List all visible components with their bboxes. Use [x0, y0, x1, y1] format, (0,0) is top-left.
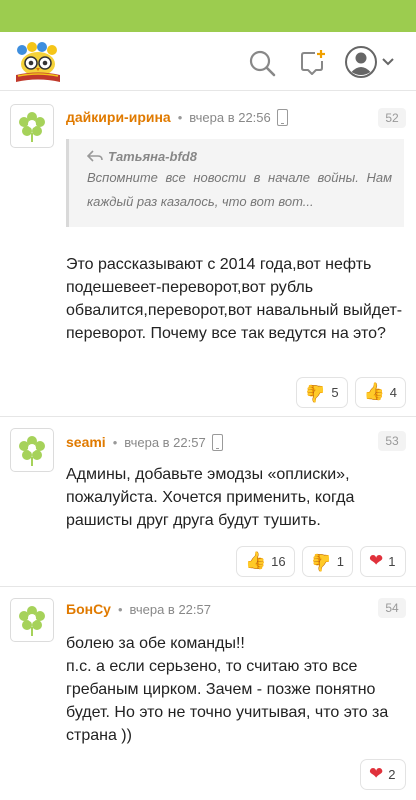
- status-bar: [0, 0, 416, 32]
- mobile-icon: [276, 108, 288, 126]
- comment-number[interactable]: 53: [378, 431, 406, 451]
- avatar[interactable]: [10, 598, 54, 642]
- heart-icon: ❤: [369, 551, 384, 571]
- reaction-count: 5: [331, 385, 339, 400]
- comment-time[interactable]: вчера в 22:56: [189, 110, 270, 125]
- reaction-count: 1: [388, 554, 396, 569]
- flower-avatar-icon: [19, 112, 45, 142]
- thumbs-down-button[interactable]: 👍 5: [296, 377, 348, 408]
- comment-meta: БонСу • вчера в 22:57: [66, 600, 211, 618]
- heart-icon: ❤: [369, 764, 384, 784]
- new-post-icon[interactable]: [299, 49, 327, 77]
- avatar[interactable]: [10, 104, 54, 148]
- comment-author[interactable]: seami: [66, 434, 106, 450]
- comment-number[interactable]: 54: [378, 598, 406, 618]
- quoted-comment[interactable]: Татьяна-bfd8 Вспомните все новости в нач…: [66, 139, 404, 227]
- reaction-count: 2: [388, 767, 396, 782]
- search-icon[interactable]: [248, 49, 276, 77]
- reactions: ❤ 2: [360, 759, 406, 790]
- comment-text: Админы, добавьте эмодзы «оплиски», пожал…: [66, 466, 355, 529]
- comment-text: Это рассказывают с 2014 года,вот нефть п…: [66, 256, 403, 342]
- flower-avatar-icon: [19, 436, 45, 466]
- thumbs-down-button[interactable]: 👍 1: [301, 546, 353, 577]
- thumbs-up-button[interactable]: 👍 4: [354, 377, 406, 408]
- quote-text: Вспомните все новости в начале войны. На…: [87, 170, 392, 209]
- comment-meta: seami • вчера в 22:57: [66, 433, 223, 451]
- comment-author[interactable]: дайкири-ирина: [66, 109, 171, 125]
- reaction-count: 4: [389, 385, 397, 400]
- reaction-count: 16: [271, 554, 286, 569]
- thumbs-up-icon: 👍: [244, 551, 267, 571]
- comment-time[interactable]: вчера в 22:57: [124, 435, 205, 450]
- avatar[interactable]: [10, 428, 54, 472]
- site-header: [0, 32, 416, 91]
- separator-dot: •: [117, 601, 123, 617]
- reply-arrow-icon: [87, 150, 103, 162]
- comment-text: болею за обе команды!! п.с. а если серьз…: [66, 635, 389, 744]
- heart-button[interactable]: ❤ 1: [360, 546, 406, 577]
- thumbs-up-icon: 👍: [363, 382, 385, 402]
- comment-author[interactable]: БонСу: [66, 601, 111, 617]
- comment-52: дайкири-ирина • вчера в 22:56 52 Татьяна…: [0, 92, 416, 417]
- owl-on-book-logo[interactable]: [12, 42, 64, 84]
- comment-meta: дайкири-ирина • вчера в 22:56: [66, 108, 288, 126]
- comment-53: seami • вчера в 22:57 53 Админы, добавьт…: [0, 418, 416, 587]
- thumbs-up-button[interactable]: 👍 16: [235, 546, 295, 577]
- chevron-down-icon: [382, 58, 394, 66]
- flower-avatar-icon: [19, 606, 45, 636]
- profile-menu[interactable]: [345, 45, 401, 79]
- separator-dot: •: [177, 109, 183, 125]
- reactions: 👍 5 👍 4: [296, 377, 406, 408]
- thumbs-down-icon: 👍: [305, 383, 327, 403]
- heart-button[interactable]: ❤ 2: [360, 759, 406, 790]
- comment-time[interactable]: вчера в 22:57: [130, 602, 211, 617]
- comment-number[interactable]: 52: [378, 108, 406, 128]
- mobile-icon: [211, 433, 223, 451]
- reaction-count: 1: [336, 554, 344, 569]
- separator-dot: •: [112, 434, 118, 450]
- reactions: 👍 16 👍 1 ❤ 1: [235, 546, 406, 577]
- user-avatar-icon: [345, 46, 377, 78]
- quote-author: Татьяна-bfd8: [108, 148, 197, 164]
- thumbs-down-icon: 👍: [310, 552, 332, 572]
- comment-54: БонСу • вчера в 22:57 54 болею за обе ко…: [0, 588, 416, 800]
